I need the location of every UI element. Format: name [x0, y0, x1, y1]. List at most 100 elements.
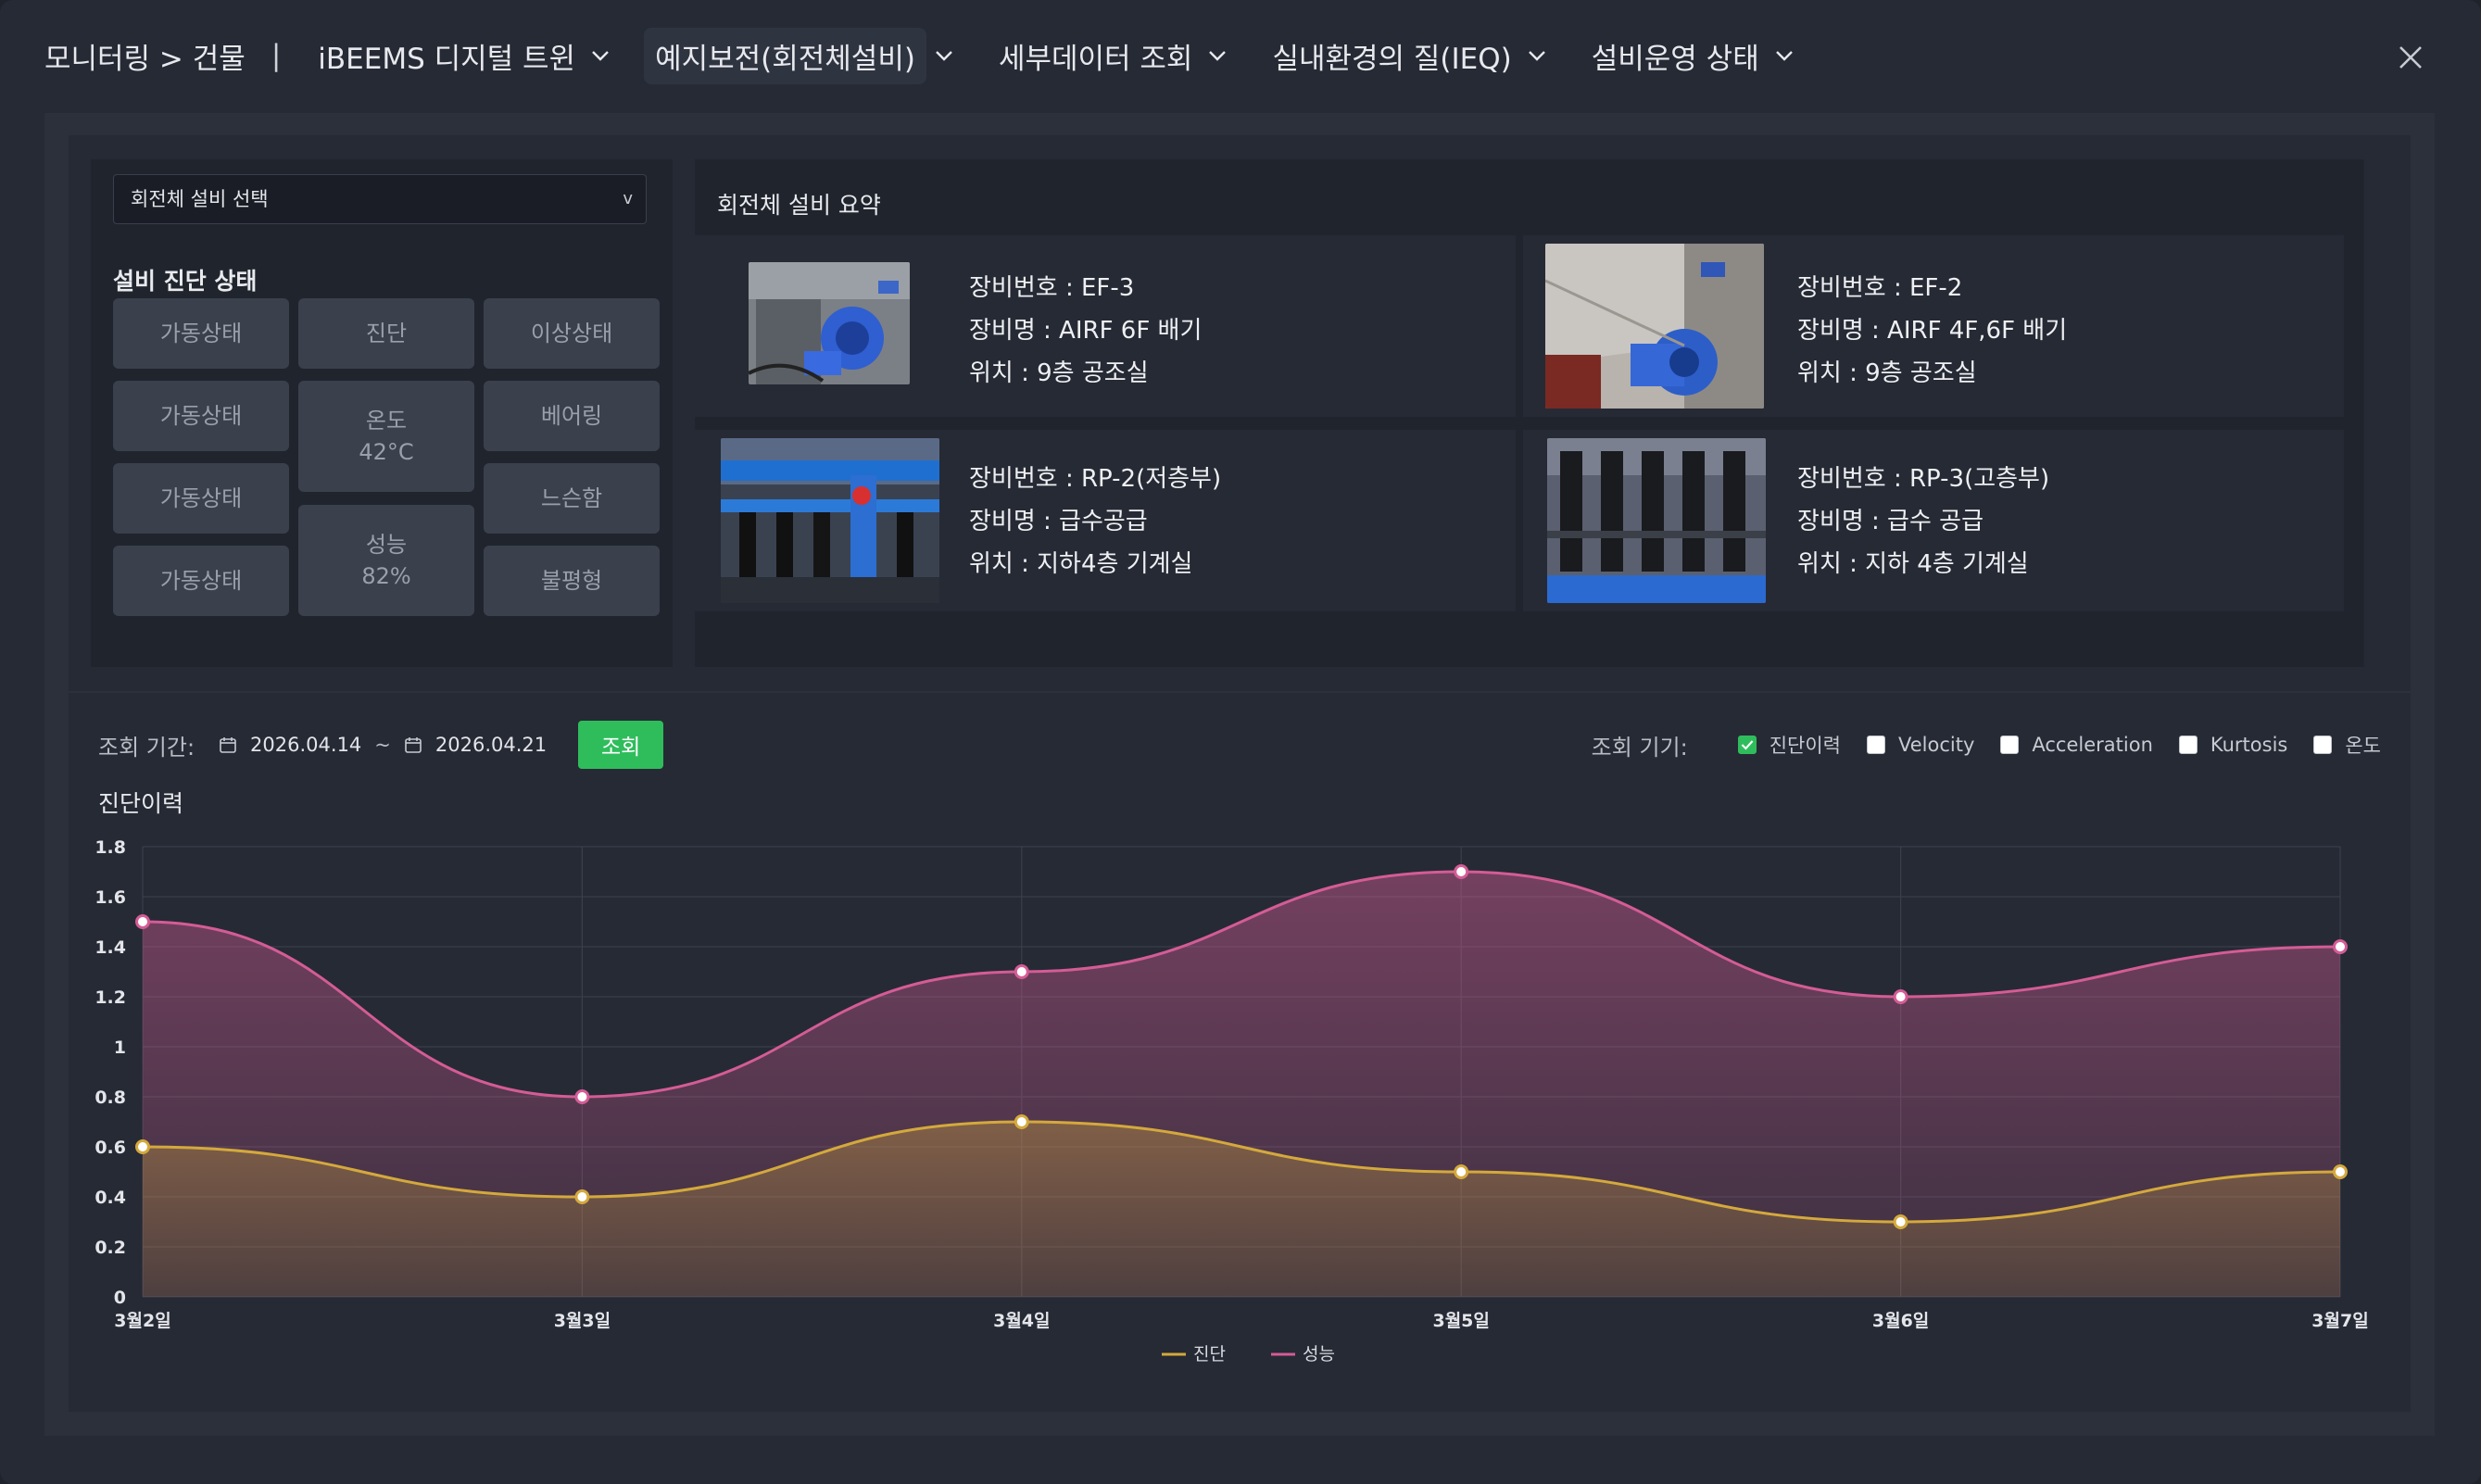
checkbox-kurtosis[interactable]: Kurtosis	[2178, 734, 2288, 756]
checkbox-checked-icon	[1737, 736, 1757, 754]
status-abnormal[interactable]: 이상상태	[484, 298, 660, 369]
chart-svg: 0 0.2 0.4 0.6 0.8 1 1.2 1.4 1.6 1.8 3월2일 3월3일 3월4일 3월…	[94, 837, 2368, 1365]
data-point	[2333, 939, 2348, 954]
history-chart: 0 0.2 0.4 0.6 0.8 1 1.2 1.4 1.6 1.8 3월2일 3월3일 3월4일 3월…	[69, 813, 2411, 1388]
checkbox-velocity[interactable]: Velocity	[1867, 734, 1974, 756]
history-section: 조회 기간: 2026.04.14 ~ 2026.04.21 조회 조회 기기:…	[69, 693, 2411, 1412]
x-tick-label: 3월5일	[1432, 1311, 1489, 1331]
nav-label: 실내환경의 질(IEQ)	[1272, 42, 1512, 76]
status-performance[interactable]: 성능 82%	[298, 505, 474, 616]
summary-title: 회전체 설비 요약	[717, 192, 881, 219]
status-looseness[interactable]: 느슨함	[484, 463, 660, 534]
query-period-bar: 조회 기간: 2026.04.14 ~ 2026.04.21 조회	[98, 721, 664, 769]
data-point	[1014, 1114, 1029, 1129]
nav-facility-status[interactable]: 설비운영 상태	[1581, 28, 1806, 84]
y-tick-label: 1	[114, 1038, 126, 1058]
app-window: 모니터링 > 건물 | iBEEMS 디지털 트윈 예지보전(회전체설비) 세부…	[0, 0, 2481, 1484]
equipment-card-ef3[interactable]: 장비번호 : EF-3 장비명 : AIRF 6F 배기 위치 : 9층 공조실	[695, 235, 1516, 417]
date-range-separator: ~	[374, 734, 391, 756]
equipment-name: 장비명 : AIRF 6F 배기	[969, 317, 1203, 345]
data-point	[2333, 1164, 2348, 1179]
data-point	[574, 1089, 590, 1104]
checkbox-label: Kurtosis	[2210, 734, 2288, 756]
data-point	[1893, 989, 1908, 1004]
equipment-select[interactable]: 회전체 설비 선택 v	[113, 174, 647, 224]
checkbox-empty-icon	[2178, 736, 2198, 754]
equipment-photo	[749, 262, 910, 384]
temperature-label: 온도	[365, 408, 408, 434]
nav-predictive-maintenance[interactable]: 예지보전(회전체설비)	[644, 27, 926, 84]
equipment-name: 장비명 : AIRF 4F,6F 배기	[1797, 317, 2068, 345]
equipment-location: 위치 : 지하4층 기계실	[969, 550, 1193, 578]
status-operating-1[interactable]: 가동상태	[113, 298, 289, 369]
equipment-name: 장비명 : 급수 공급	[1797, 508, 1984, 535]
equipment-id: 장비번호 : RP-2(저층부)	[969, 465, 1222, 493]
equipment-name: 장비명 : 급수공급	[969, 508, 1148, 535]
chevron-down-icon	[590, 45, 611, 66]
data-point	[574, 1189, 590, 1204]
performance-value: 82%	[361, 563, 411, 589]
main-panel: 회전체 설비 선택 v 설비 진단 상태 가동상태 가동상태 가동상태 가동상태…	[44, 113, 2435, 1436]
chevron-down-icon: v	[623, 189, 633, 208]
nav-label: 세부데이터 조회	[998, 42, 1193, 76]
breadcrumb-separator: |	[271, 39, 282, 72]
nav-ieq[interactable]: 실내환경의 질(IEQ)	[1261, 28, 1557, 84]
status-operating-2[interactable]: 가동상태	[113, 381, 289, 451]
y-tick-label: 1.6	[94, 887, 126, 908]
top-section: 회전체 설비 선택 v 설비 진단 상태 가동상태 가동상태 가동상태 가동상태…	[69, 135, 2411, 691]
period-label: 조회 기간:	[98, 734, 195, 761]
diagnosis-card: 회전체 설비 선택 v 설비 진단 상태 가동상태 가동상태 가동상태 가동상태…	[91, 159, 673, 667]
checkbox-temperature[interactable]: 온도	[2313, 731, 2381, 759]
status-bearing[interactable]: 베어링	[484, 381, 660, 451]
chevron-down-icon[interactable]	[934, 45, 954, 66]
y-tick-label: 0.2	[94, 1238, 126, 1258]
close-icon[interactable]	[2396, 43, 2425, 72]
status-operating-3[interactable]: 가동상태	[113, 463, 289, 534]
equipment-location: 위치 : 9층 공조실	[1797, 359, 1977, 387]
equipment-card-rp2[interactable]: 장비번호 : RP-2(저층부) 장비명 : 급수공급 위치 : 지하4층 기계…	[695, 430, 1516, 611]
chevron-down-icon	[1774, 45, 1795, 66]
x-tick-label: 3월4일	[993, 1311, 1050, 1331]
calendar-icon	[405, 737, 422, 753]
start-date-picker[interactable]: 2026.04.14	[219, 734, 361, 756]
data-point	[1014, 964, 1029, 979]
y-tick-label: 0.6	[94, 1138, 126, 1158]
equipment-photo	[1545, 244, 1764, 409]
status-unbalance[interactable]: 불평형	[484, 546, 660, 616]
x-tick-label: 3월3일	[554, 1311, 611, 1331]
data-point	[1454, 1164, 1469, 1179]
checkbox-acceleration[interactable]: Acceleration	[2000, 734, 2153, 756]
equipment-photo	[1547, 438, 1766, 603]
nav-label: 예지보전(회전체설비)	[655, 42, 915, 76]
end-date-picker[interactable]: 2026.04.21	[404, 734, 547, 756]
equipment-id: 장비번호 : EF-3	[969, 274, 1135, 302]
equipment-location: 위치 : 9층 공조실	[969, 359, 1149, 387]
status-temperature[interactable]: 온도 42°C	[298, 381, 474, 492]
checkbox-label: Acceleration	[2032, 734, 2153, 756]
y-tick-label: 1.2	[94, 987, 126, 1008]
start-date: 2026.04.14	[250, 734, 362, 756]
query-button[interactable]: 조회	[578, 721, 664, 769]
equipment-card-ef2[interactable]: 장비번호 : EF-2 장비명 : AIRF 4F,6F 배기 위치 : 9층 …	[1523, 235, 2344, 417]
legend-label: 진단	[1193, 1344, 1226, 1365]
checkbox-diagnosis-history[interactable]: 진단이력	[1737, 731, 1841, 759]
nav-label: iBEEMS 디지털 트윈	[318, 42, 576, 76]
equipment-summary-card: 회전체 설비 요약 장비번호: EF-3 장비명: AIRF 6F 배기 위…	[695, 159, 2364, 667]
x-tick-label: 3월6일	[1872, 1311, 1929, 1331]
y-tick-label: 0.8	[94, 1088, 126, 1108]
equipment-info: 장비번호 : EF-2 장비명 : AIRF 4F,6F 배기 위치 : 9층 …	[1797, 267, 2067, 395]
equipment-info: 장비번호 : EF-3 장비명 : AIRF 6F 배기 위치 : 9층 공조실	[969, 267, 1202, 395]
chevron-down-icon	[1207, 45, 1228, 66]
y-tick-label: 0	[114, 1288, 126, 1308]
nav-digital-twin[interactable]: iBEEMS 디지털 트윈	[307, 28, 622, 84]
checkbox-empty-icon	[1867, 736, 1885, 754]
equipment-card-rp3[interactable]: 장비번호 : RP-3(고층부) 장비명 : 급수 공급 위치 : 지하 4층 …	[1523, 430, 2344, 611]
data-point	[1454, 864, 1469, 879]
y-tick-label: 0.4	[94, 1188, 126, 1208]
equipment-id: 장비번호 : RP-3(고층부)	[1797, 465, 2050, 493]
nav-detail-data[interactable]: 세부데이터 조회	[988, 28, 1240, 84]
status-diagnosis[interactable]: 진단	[298, 298, 474, 369]
diagnosis-title: 설비 진단 상태	[113, 268, 258, 295]
status-operating-4[interactable]: 가동상태	[113, 546, 289, 616]
checkbox-label: Velocity	[1898, 734, 1975, 756]
